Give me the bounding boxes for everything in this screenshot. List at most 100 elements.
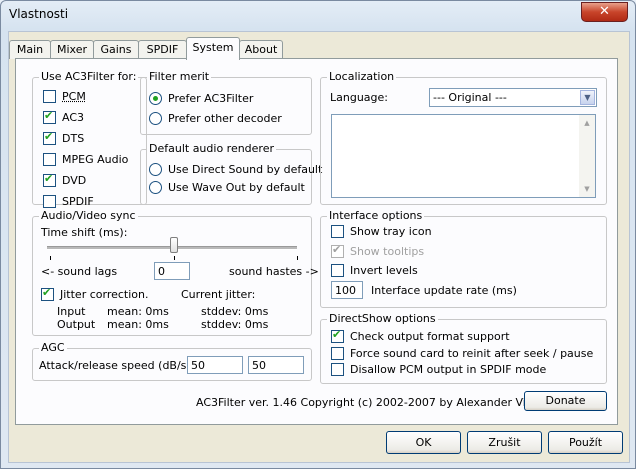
checkbox-label: MPEG Audio [62, 153, 129, 166]
directshow-options-group: DirectShow options Check output format s… [320, 312, 607, 384]
checkbox-label: AC3 [62, 111, 85, 124]
checkbox-box[interactable] [331, 243, 344, 258]
group-legend: DirectShow options [327, 312, 438, 325]
input-label: Input [57, 305, 86, 318]
checkbox-box[interactable] [43, 109, 56, 124]
sound-hastes-label: sound hastes -> [229, 265, 319, 278]
checkbox-label: SPDIF [62, 195, 94, 208]
group-legend: Localization [327, 70, 397, 83]
update-rate-input[interactable]: 100 [331, 281, 363, 299]
group-legend: Audio/Video sync [39, 209, 138, 222]
tab-spdif[interactable]: SPDIF [138, 40, 187, 59]
checkbox-box[interactable] [331, 346, 344, 360]
checkbox-show-tray-icon[interactable]: Show tray icon [331, 224, 432, 239]
radio-prefer-other-decoder[interactable]: Prefer other decoder [149, 111, 282, 126]
default-audio-renderer-group: Default audio renderer Use Direct Sound … [140, 142, 322, 205]
radio-label: Use Direct Sound by default [168, 163, 323, 176]
checkbox-jitter-correction[interactable]: Jitter correction. [41, 286, 149, 302]
checkbox-mpeg-audio[interactable]: MPEG Audio [43, 152, 129, 167]
time-shift-slider-thumb[interactable] [170, 237, 178, 253]
group-legend: Use AC3Filter for: [39, 70, 139, 83]
tab-gains[interactable]: Gains [93, 40, 139, 59]
checkbox-label: DTS [62, 132, 85, 145]
donate-button[interactable]: Donate [524, 391, 607, 411]
scroll-down-icon[interactable]: ▼ [579, 181, 595, 197]
slider-tick [50, 256, 51, 260]
checkbox-label: Show tray icon [350, 225, 432, 238]
time-shift-input[interactable]: 0 [154, 262, 190, 280]
checkbox-invert-levels[interactable]: Invert levels [331, 263, 418, 278]
checkbox-pcm[interactable]: PCM [43, 89, 86, 104]
radio-circle[interactable] [149, 91, 162, 105]
update-rate-label: Interface update rate (ms) [371, 284, 517, 297]
tab-system[interactable]: System [186, 37, 240, 60]
apply-button[interactable]: Použít [548, 431, 623, 454]
ok-button[interactable]: OK [386, 431, 461, 454]
checkbox-disallow-pcm-spdif[interactable]: Disallow PCM output in SPDIF mode [331, 362, 547, 377]
slider-tick [174, 256, 175, 260]
attack-release-label: Attack/release speed (dB/s): [39, 359, 195, 372]
localization-info-box[interactable]: ▲ ▼ [331, 114, 596, 198]
radio-wave-out[interactable]: Use Wave Out by default [149, 180, 305, 195]
checkbox-label: DVD [62, 174, 87, 187]
radio-direct-sound[interactable]: Use Direct Sound by default [149, 162, 323, 177]
copyright-text: AC3Filter ver. 1.46 Copyright (c) 2002-2… [196, 396, 565, 409]
checkbox-show-tooltips[interactable]: Show tooltips [331, 243, 424, 259]
attack-speed-input[interactable]: 50 [187, 356, 243, 374]
radio-label: Use Wave Out by default [168, 181, 305, 194]
language-select[interactable]: --- Original --- ▼ [429, 88, 597, 107]
checkbox-label: Force sound card to reinit after seek / … [350, 347, 594, 360]
checkbox-label: PCM [62, 90, 86, 103]
sound-lags-label: <- sound lags [41, 265, 118, 278]
checkbox-ac3[interactable]: AC3 [43, 109, 85, 125]
system-tab-panel: Use AC3Filter for: PCM AC3 DTS MPEG Audi… [15, 58, 618, 425]
checkbox-box[interactable] [43, 130, 56, 145]
radio-label: Prefer AC3Filter [168, 92, 254, 105]
slider-tick [297, 256, 298, 260]
close-button[interactable]: ✕ [581, 2, 628, 22]
checkbox-spdif[interactable]: SPDIF [43, 194, 94, 209]
checkbox-force-reinit[interactable]: Force sound card to reinit after seek / … [331, 346, 594, 361]
agc-group: AGC Attack/release speed (dB/s): 50 50 [32, 341, 312, 381]
checkbox-box[interactable] [43, 194, 56, 208]
vertical-scrollbar[interactable]: ▲ ▼ [579, 115, 595, 197]
radio-circle[interactable] [149, 180, 162, 194]
chevron-down-icon[interactable]: ▼ [580, 90, 595, 105]
release-speed-input[interactable]: 50 [248, 356, 304, 374]
language-label: Language: [330, 91, 388, 104]
radio-prefer-ac3filter[interactable]: Prefer AC3Filter [149, 91, 254, 106]
group-legend: AGC [39, 341, 67, 354]
cancel-button[interactable]: Zrušit [467, 431, 542, 454]
group-legend: Filter merit [147, 70, 212, 83]
checkbox-dts[interactable]: DTS [43, 130, 85, 146]
use-ac3filter-group: Use AC3Filter for: PCM AC3 DTS MPEG Audi… [32, 70, 147, 208]
properties-window: Vlastnosti ✕ Main Mixer Gains SPDIF Syst… [0, 0, 636, 469]
radio-circle[interactable] [149, 162, 162, 176]
checkbox-box[interactable] [41, 286, 54, 301]
interface-options-group: Interface options Show tray icon Show to… [320, 209, 607, 308]
checkbox-dvd[interactable]: DVD [43, 172, 87, 188]
checkbox-label: Check output format support [350, 330, 510, 343]
checkbox-box[interactable] [331, 263, 344, 277]
language-value: --- Original --- [433, 91, 507, 104]
checkbox-box[interactable] [43, 152, 56, 166]
checkbox-check-output-format[interactable]: Check output format support [331, 328, 510, 344]
localization-group: Localization Language: --- Original --- … [320, 70, 607, 205]
output-label: Output [57, 318, 96, 331]
checkbox-box[interactable] [43, 89, 56, 103]
checkbox-box[interactable] [43, 172, 56, 187]
group-legend: Default audio renderer [147, 142, 277, 155]
checkbox-box[interactable] [331, 224, 344, 238]
tab-about[interactable]: About [239, 40, 283, 59]
checkbox-label: Jitter correction. [60, 288, 149, 301]
group-legend: Interface options [327, 209, 425, 222]
checkbox-label: Disallow PCM output in SPDIF mode [350, 363, 547, 376]
tab-mixer[interactable]: Mixer [50, 40, 94, 59]
tab-main[interactable]: Main [9, 40, 51, 59]
checkbox-label: Invert levels [350, 264, 418, 277]
filter-merit-group: Filter merit Prefer AC3Filter Prefer oth… [140, 70, 312, 135]
scroll-up-icon[interactable]: ▲ [579, 115, 595, 131]
checkbox-box[interactable] [331, 362, 344, 376]
checkbox-box[interactable] [331, 328, 344, 343]
radio-circle[interactable] [149, 111, 162, 125]
